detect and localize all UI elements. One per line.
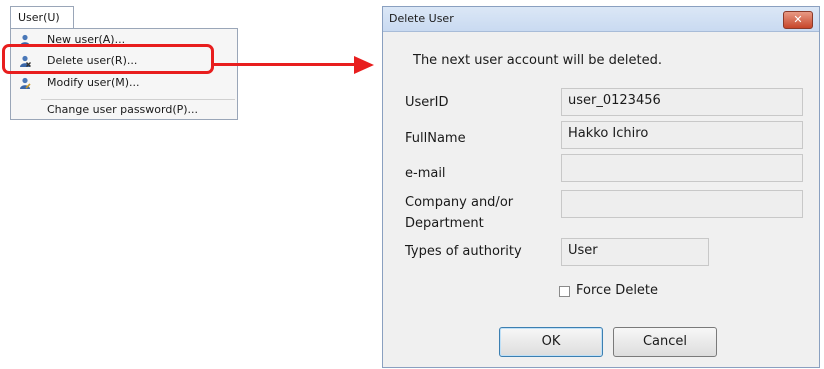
ok-button[interactable]: OK (499, 327, 603, 357)
department-label: Department (405, 216, 484, 231)
delete-user-highlight (2, 44, 214, 74)
dialog-title: Delete User (389, 12, 454, 25)
close-button[interactable]: ✕ (783, 11, 813, 29)
arrow-right-icon (354, 56, 374, 74)
userid-field: user_0123456 (561, 88, 803, 116)
menu-item-modify-user[interactable]: Modify user(M)... (11, 74, 237, 92)
user-edit-icon (20, 77, 31, 89)
arrow-line (214, 63, 356, 66)
fullname-field: Hakko Ichiro (561, 121, 803, 149)
email-label: e-mail (405, 166, 446, 181)
authority-label: Types of authority (405, 244, 522, 259)
delete-user-dialog: Delete User ✕ The next user account will… (382, 6, 820, 368)
menu-separator (41, 99, 235, 100)
authority-field: User (561, 238, 709, 266)
menu-item-change-password[interactable]: Change user password(P)... (11, 101, 237, 119)
email-field (561, 154, 803, 182)
company-department-field (561, 190, 803, 218)
force-delete-label: Force Delete (576, 283, 659, 298)
company-label: Company and/or (405, 195, 514, 210)
dialog-titlebar[interactable]: Delete User ✕ (383, 7, 819, 32)
confirmation-message: The next user account will be deleted. (413, 53, 662, 68)
force-delete-checkbox[interactable] (559, 286, 570, 297)
userid-label: UserID (405, 95, 449, 110)
close-icon: ✕ (793, 13, 803, 26)
user-menu-dropdown: New user(A)... Delete user(R)... Modify … (10, 28, 238, 120)
cancel-button[interactable]: Cancel (613, 327, 717, 357)
menu-item-label: Modify user(M)... (47, 76, 140, 89)
user-menu-tab[interactable]: User(U) (10, 6, 74, 28)
fullname-label: FullName (405, 131, 466, 146)
menu-item-label: Change user password(P)... (47, 103, 199, 116)
